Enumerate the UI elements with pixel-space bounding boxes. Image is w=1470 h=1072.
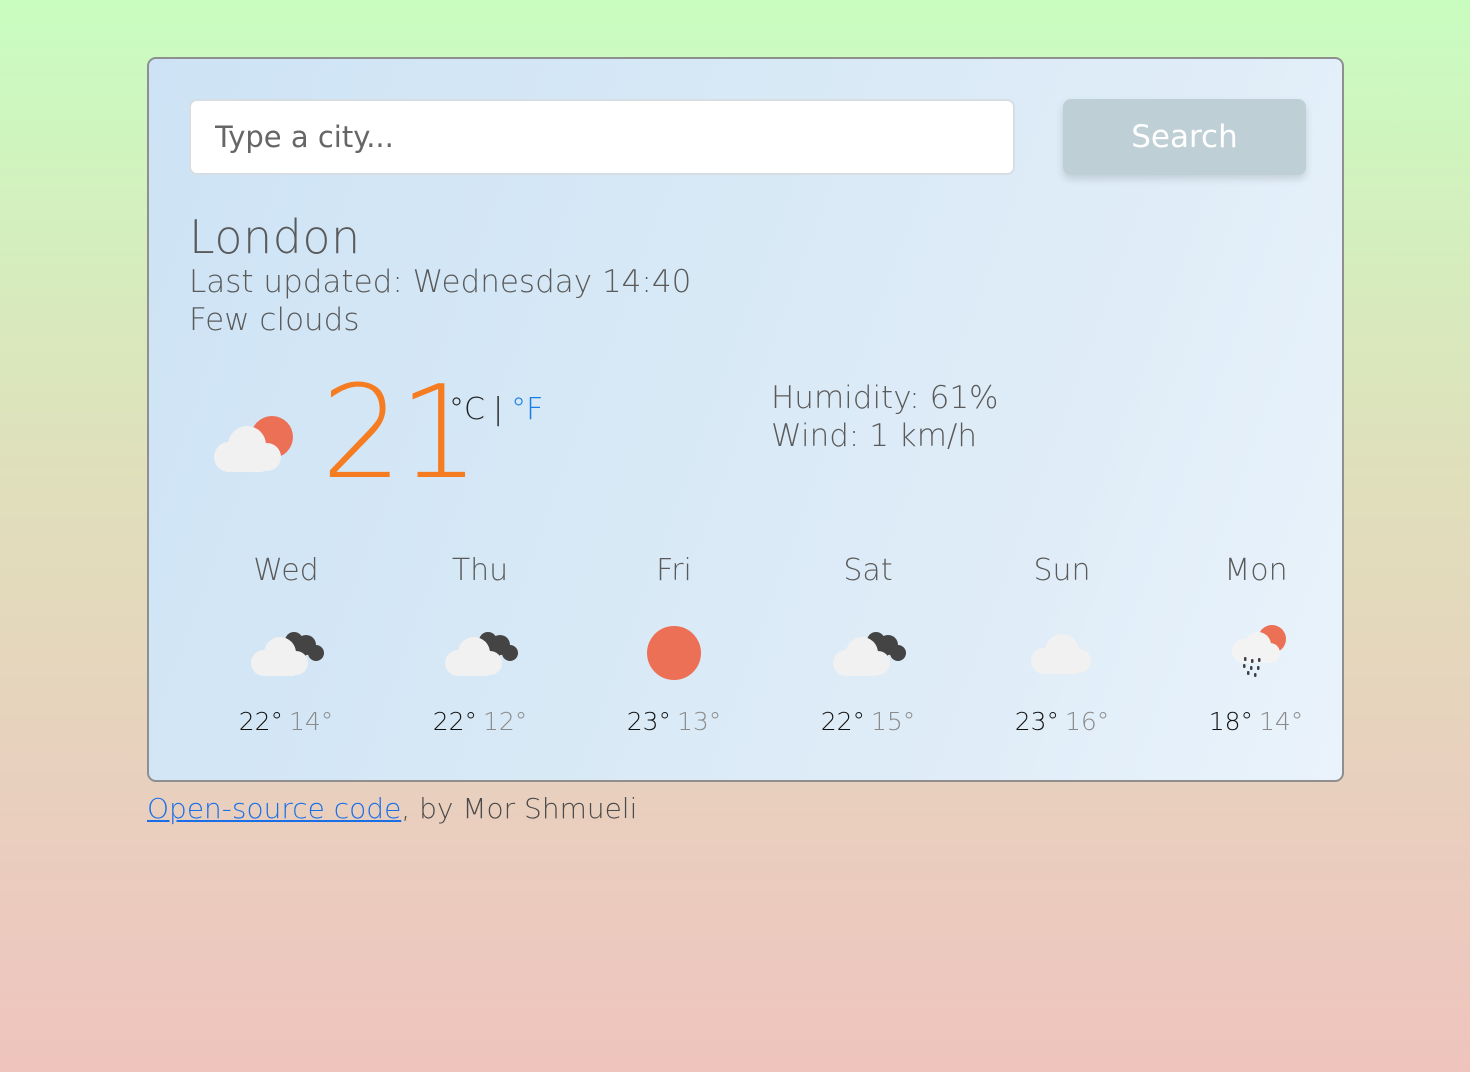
forecast-day-name: Sun bbox=[1033, 553, 1091, 588]
forecast-max-temp: 18° bbox=[1208, 707, 1253, 736]
forecast-max-temp: 23° bbox=[626, 707, 671, 736]
forecast-day-name: Thu bbox=[451, 553, 509, 588]
forecast-day: Wed 22° 14° bbox=[189, 549, 383, 739]
forecast-min-temp: 14° bbox=[289, 707, 334, 736]
forecast-min-temp: 12° bbox=[483, 707, 528, 736]
forecast-max-temp: 22° bbox=[432, 707, 477, 736]
forecast-day-name: Wed bbox=[253, 553, 319, 588]
current-temperature: 21 bbox=[321, 359, 480, 508]
forecast-day: Sun 23° 16° bbox=[965, 549, 1159, 739]
forecast-day-name: Mon bbox=[1224, 553, 1288, 588]
forecast-temps: 22° 14° bbox=[189, 705, 383, 739]
clear-sky-sun-icon bbox=[647, 626, 701, 680]
forecast-day: Sat 22° 15° bbox=[771, 549, 965, 739]
wind-text: Wind: 1 km/h bbox=[771, 418, 978, 454]
few-clouds-day-icon bbox=[214, 416, 293, 472]
forecast-day: Mon 18° 14° bbox=[1159, 549, 1353, 739]
forecast-day-name: Sat bbox=[843, 553, 893, 588]
forecast-min-temp: 14° bbox=[1259, 707, 1304, 736]
forecast-row: Wed 22° 14° Thu 22° 12° Fri 23° 13° Sat … bbox=[189, 549, 1353, 749]
broken-clouds-icon bbox=[251, 632, 324, 676]
forecast-temps: 22° 15° bbox=[771, 705, 965, 739]
forecast-temps: 23° 16° bbox=[965, 705, 1159, 739]
city-search-input[interactable] bbox=[189, 99, 1015, 175]
cloud-icon bbox=[1031, 634, 1091, 674]
open-source-code-link[interactable]: Open-source code bbox=[147, 792, 401, 825]
city-name: London bbox=[189, 210, 361, 264]
forecast-day: Fri 23° 13° bbox=[577, 549, 771, 739]
forecast-temps: 23° 13° bbox=[577, 705, 771, 739]
author-credit: , by Mor Shmueli bbox=[401, 792, 638, 825]
last-updated-text: Last updated: Wednesday 14:40 bbox=[189, 264, 692, 300]
forecast-temps: 22° 12° bbox=[383, 705, 577, 739]
forecast-max-temp: 23° bbox=[1014, 707, 1059, 736]
forecast-day: Thu 22° 12° bbox=[383, 549, 577, 739]
weather-card: Search London Last updated: Wednesday 14… bbox=[147, 57, 1344, 782]
humidity-text: Humidity: 61% bbox=[771, 380, 999, 416]
forecast-min-temp: 16° bbox=[1065, 707, 1110, 736]
unit-separator: | bbox=[492, 392, 504, 427]
broken-clouds-icon bbox=[445, 632, 518, 676]
unit-switcher: °C | °F bbox=[449, 392, 543, 428]
fahrenheit-unit-link[interactable]: °F bbox=[511, 392, 543, 427]
footer: Open-source code, by Mor Shmueli bbox=[147, 789, 637, 829]
forecast-max-temp: 22° bbox=[820, 707, 865, 736]
forecast-max-temp: 22° bbox=[238, 707, 283, 736]
rain-sun-icon bbox=[1232, 625, 1286, 677]
forecast-temps: 18° 14° bbox=[1159, 705, 1353, 739]
broken-clouds-icon bbox=[833, 632, 906, 676]
forecast-min-temp: 13° bbox=[677, 707, 722, 736]
forecast-min-temp: 15° bbox=[871, 707, 916, 736]
search-button[interactable]: Search bbox=[1063, 99, 1306, 175]
weather-description: Few clouds bbox=[189, 302, 360, 338]
forecast-day-name: Fri bbox=[656, 553, 692, 588]
celsius-unit-link[interactable]: °C bbox=[449, 392, 485, 427]
